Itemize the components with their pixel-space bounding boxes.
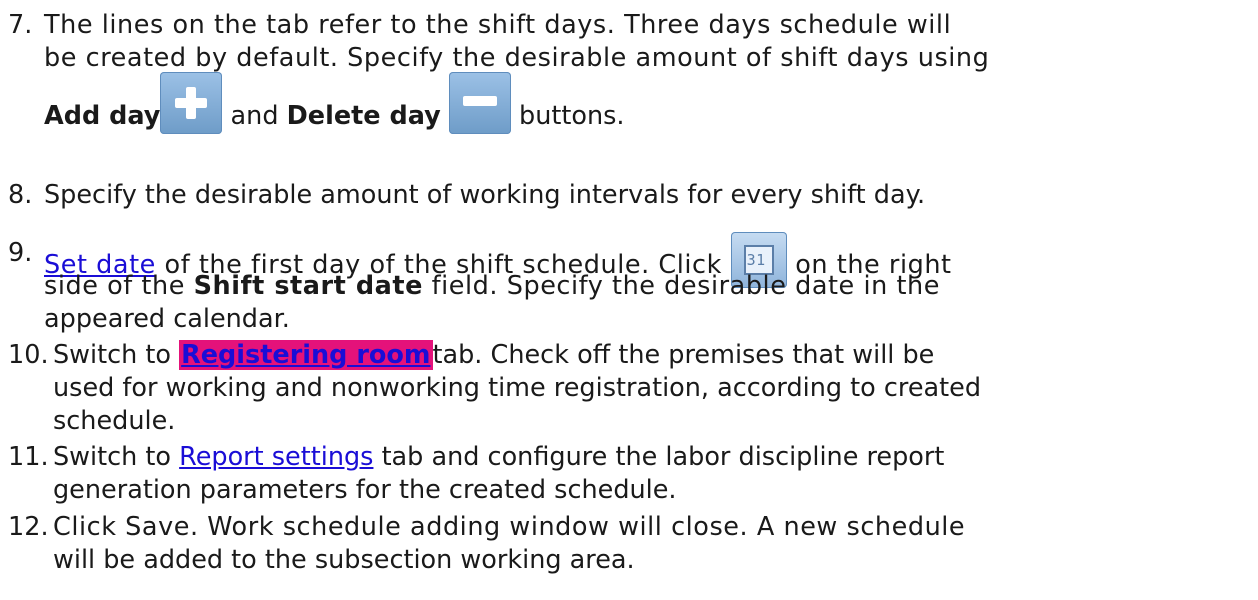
report-settings-link[interactable]: Report settings: [179, 442, 373, 472]
step-text: schedule.: [53, 406, 176, 436]
step-text: Specify the desirable amount of working …: [44, 180, 926, 210]
and-word: and: [230, 101, 279, 131]
step-text: The lines on the tab refer to the shift …: [44, 10, 952, 40]
shift-start-date-label: Shift start date: [193, 271, 423, 301]
step-number: 12.: [8, 512, 49, 542]
step-number: 9.: [8, 238, 33, 268]
step-number: 10.: [8, 340, 49, 370]
plus-icon[interactable]: [160, 72, 223, 134]
help-document: 7. The lines on the tab refer to the shi…: [0, 0, 1258, 600]
registering-room-tab-link[interactable]: Registering room: [179, 340, 433, 370]
step-text: will be added to the subsection working …: [53, 545, 635, 575]
step-number: 11.: [8, 442, 49, 472]
step-number: 7.: [8, 10, 33, 40]
delete-day-label: Delete day: [286, 101, 441, 131]
step-text: generation parameters for the created sc…: [53, 475, 677, 505]
step-text: appeared calendar.: [44, 304, 290, 334]
step-text: Switch to Report settings tab and config…: [53, 442, 945, 472]
step-buttons-line: Add day and Delete day buttons.: [44, 72, 625, 148]
minus-icon[interactable]: [448, 72, 511, 134]
buttons-word: buttons.: [519, 101, 625, 131]
step-text: Switch to Registering roomtab. Check off…: [53, 340, 935, 370]
add-day-label: Add day: [44, 101, 161, 131]
step-text: Click Save. Work schedule adding window …: [53, 512, 966, 542]
step-number: 8.: [8, 180, 33, 210]
step-text: used for working and nonworking time reg…: [53, 373, 982, 403]
step-text: be created by default. Specify the desir…: [44, 43, 990, 73]
step-text: side of the Shift start date field. Spec…: [44, 271, 940, 301]
